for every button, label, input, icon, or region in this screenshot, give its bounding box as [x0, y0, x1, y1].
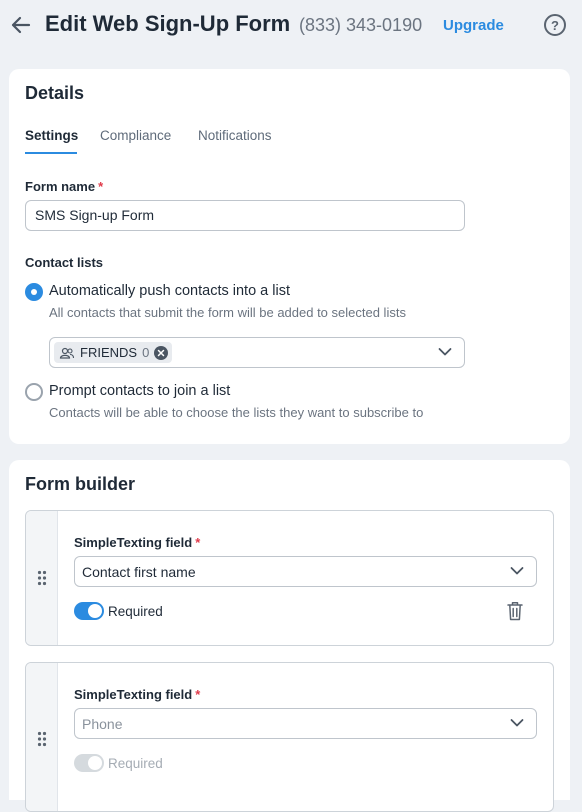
remove-chip-button[interactable]: [154, 345, 169, 360]
field-label: SimpleTexting field *: [74, 535, 200, 550]
list-chip-friends: FRIENDS 0: [54, 342, 173, 363]
form-name-label-text: Form name: [25, 179, 96, 194]
tab-settings[interactable]: Settings: [25, 128, 78, 143]
field-label: SimpleTexting field *: [74, 687, 200, 702]
field-type-select[interactable]: Phone: [74, 708, 537, 739]
radio-auto-push-control[interactable]: [25, 283, 43, 301]
required-star: *: [195, 687, 201, 702]
radio-auto-push-label: Automatically push contacts into a list: [49, 283, 290, 299]
form-builder-card: Form builder SimpleTexting field * Contac…: [9, 460, 570, 812]
upgrade-link[interactable]: Upgrade: [443, 17, 504, 34]
form-name-label: Form name *: [25, 179, 103, 194]
form-builder-title: Form builder: [25, 474, 136, 494]
chevron-down-icon: [510, 566, 524, 574]
list-chip-name: FRIENDS: [80, 345, 138, 360]
details-card: Details Settings Compliance Notification…: [9, 69, 570, 444]
radio-prompt-label: Prompt contacts to join a list: [49, 383, 231, 399]
back-button[interactable]: [10, 13, 32, 37]
close-icon: [158, 349, 165, 356]
required-toggle-label: Required: [108, 756, 163, 771]
field-label-text: SimpleTexting field: [74, 535, 193, 550]
field-type-value: Contact first name: [82, 564, 196, 580]
drag-handle[interactable]: [26, 663, 58, 811]
list-chip-count: 0: [142, 345, 150, 360]
required-toggle[interactable]: [74, 754, 104, 772]
form-field-block: SimpleTexting field * Contact first name …: [25, 510, 554, 646]
page-header: Edit Web Sign-Up Form (833) 343-0190 Upg…: [0, 0, 582, 52]
arrow-left-icon: [11, 16, 31, 34]
delete-field-button[interactable]: [506, 600, 524, 622]
required-star: *: [98, 179, 104, 194]
field-label-text: SimpleTexting field: [74, 687, 193, 702]
chevron-down-icon: [510, 718, 524, 726]
drag-dots-icon: [37, 570, 47, 586]
active-tab-indicator: [25, 152, 77, 154]
contact-list-select[interactable]: FRIENDS 0: [49, 337, 465, 368]
drag-dots-icon: [37, 731, 47, 747]
help-button[interactable]: ?: [544, 14, 566, 36]
chevron-down-icon: [438, 347, 452, 355]
phone-number: (833) 343-0190: [299, 15, 423, 35]
contacts-icon: [59, 347, 75, 359]
radio-prompt-description: Contacts will be able to choose the list…: [49, 405, 424, 420]
radio-prompt-control[interactable]: [25, 383, 43, 401]
tab-notifications[interactable]: Notifications: [198, 128, 272, 143]
form-name-input[interactable]: SMS Sign-up Form: [25, 200, 465, 231]
page-title: Edit Web Sign-Up Form: [45, 11, 291, 36]
field-type-value: Phone: [82, 716, 123, 732]
required-toggle[interactable]: [74, 602, 104, 620]
radio-auto-push-description: All contacts that submit the form will b…: [49, 305, 406, 320]
tab-compliance[interactable]: Compliance: [100, 128, 171, 143]
field-type-select[interactable]: Contact first name: [74, 556, 537, 587]
contact-lists-label: Contact lists: [25, 255, 104, 270]
details-title: Details: [25, 83, 85, 103]
required-toggle-label: Required: [108, 604, 163, 619]
required-star: *: [195, 535, 201, 550]
question-circle-icon: ?: [551, 17, 559, 33]
drag-handle[interactable]: [26, 511, 58, 645]
